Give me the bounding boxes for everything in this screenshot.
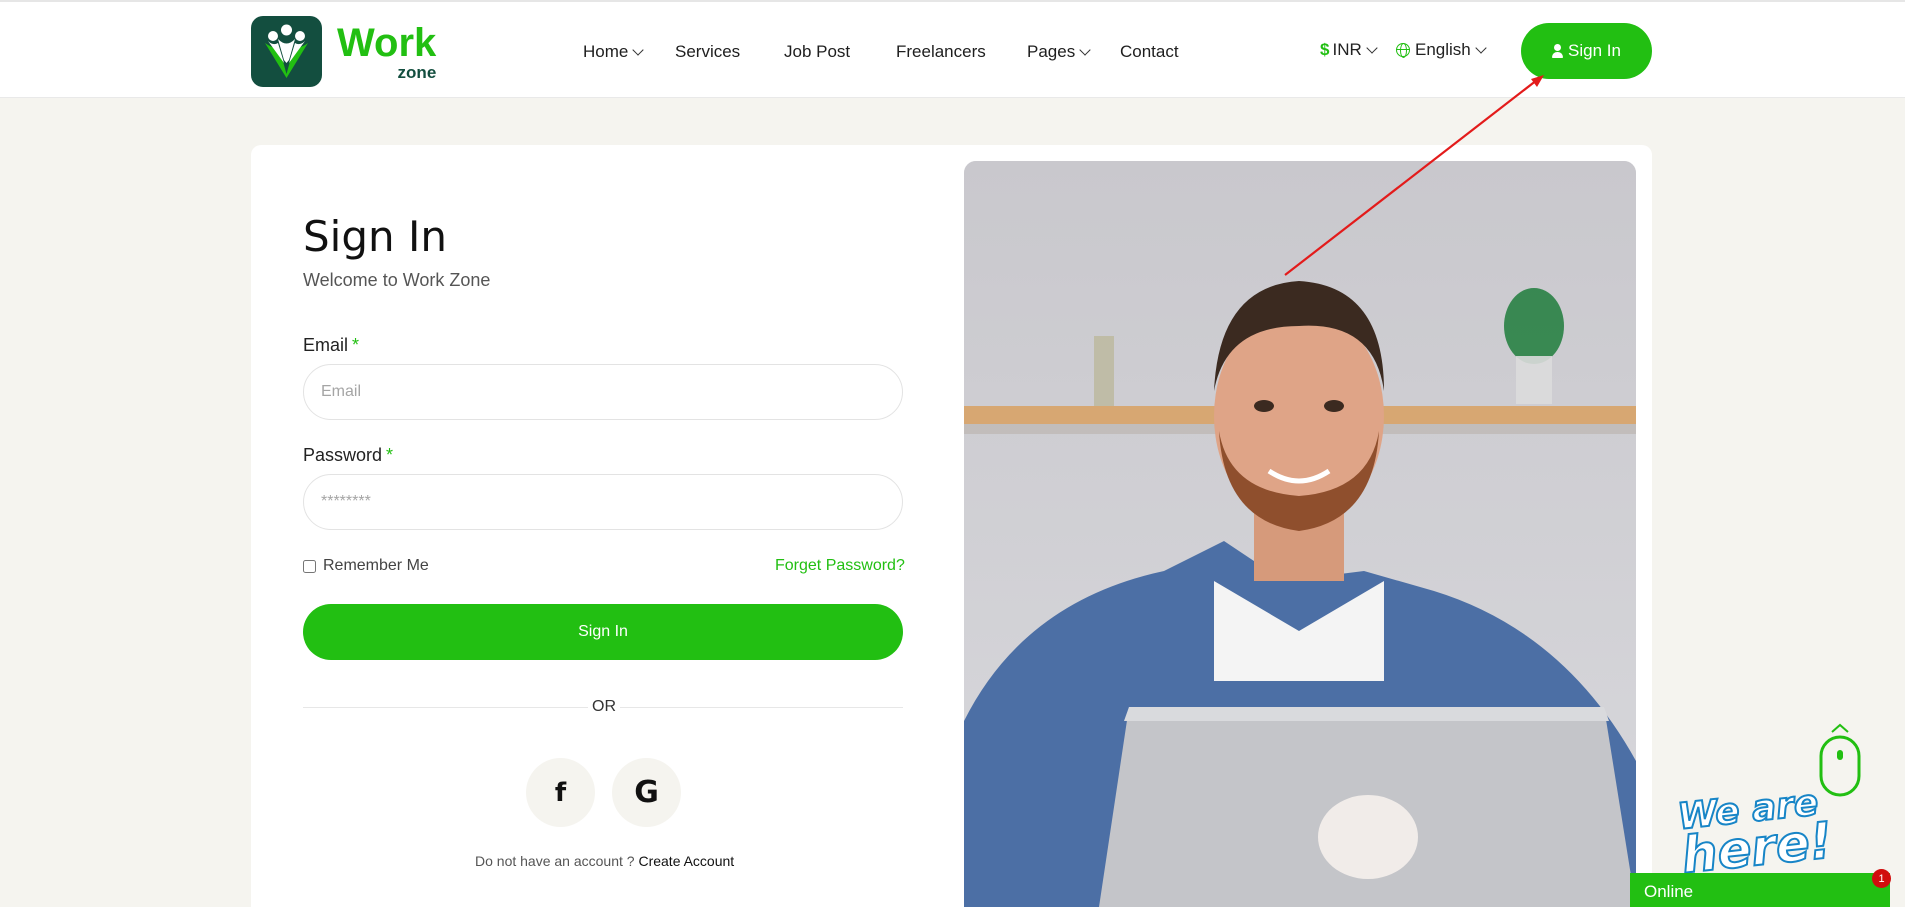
language-label: English bbox=[1415, 40, 1471, 59]
password-field[interactable] bbox=[303, 474, 903, 530]
required-mark: * bbox=[386, 445, 394, 465]
globe-icon bbox=[1396, 43, 1410, 58]
nav-item-job-post[interactable]: Job Post bbox=[784, 42, 850, 62]
required-mark: * bbox=[352, 335, 360, 355]
chat-tagline-line-2: here! bbox=[1678, 811, 1836, 886]
chat-notification-badge: 1 bbox=[1872, 869, 1891, 888]
header-signin-label: Sign In bbox=[1568, 41, 1621, 60]
language-selector[interactable]: English bbox=[1396, 40, 1487, 60]
email-label: Email * bbox=[303, 335, 359, 356]
page-subtitle: Welcome to Work Zone bbox=[303, 270, 491, 290]
create-account-prompt: Do not have an account ? Create Account bbox=[475, 853, 734, 869]
currency-label: INR bbox=[1332, 40, 1362, 59]
logo-mark-icon bbox=[251, 16, 322, 87]
nav-item-freelancers[interactable]: Freelancers bbox=[896, 42, 986, 62]
create-account-link[interactable]: Create Account bbox=[638, 853, 734, 869]
brand-name-main: Work bbox=[337, 20, 437, 65]
email-label-text: Email bbox=[303, 335, 349, 355]
forget-password-link[interactable]: Forget Password? bbox=[775, 557, 905, 575]
google-icon: G bbox=[634, 775, 659, 810]
brand-wordmark: Work zone bbox=[337, 23, 436, 81]
chevron-down-icon bbox=[1079, 43, 1091, 56]
google-login-button[interactable]: G bbox=[612, 758, 681, 827]
remember-me-label: Remember Me bbox=[323, 557, 429, 574]
brand-name-sub: zone bbox=[397, 62, 437, 82]
header-signin-button[interactable]: Sign In bbox=[1521, 23, 1652, 79]
chevron-down-icon bbox=[632, 43, 645, 56]
facebook-icon: f bbox=[554, 777, 567, 808]
hero-photo bbox=[964, 161, 1636, 907]
nav-item-contact[interactable]: Contact bbox=[1120, 42, 1179, 62]
nav-item-label: Services bbox=[675, 42, 741, 61]
chevron-down-icon bbox=[1366, 41, 1378, 54]
password-label: Password * bbox=[303, 445, 393, 466]
site-header: Work zone Home Services Job Post Freelan… bbox=[0, 0, 1905, 98]
nav-item-label: Pages bbox=[1027, 42, 1076, 61]
chevron-down-icon bbox=[1475, 41, 1487, 54]
user-icon bbox=[1552, 44, 1564, 58]
nav-item-label: Freelancers bbox=[896, 42, 986, 61]
no-account-text: Do not have an account ? bbox=[475, 853, 635, 869]
or-divider-label: OR bbox=[588, 698, 620, 716]
chat-online-bar[interactable]: Online bbox=[1630, 873, 1890, 907]
page-title: Sign In bbox=[303, 212, 447, 261]
password-label-text: Password bbox=[303, 445, 383, 465]
nav-item-label: Home bbox=[583, 42, 629, 61]
brand-logo[interactable]: Work zone bbox=[251, 16, 436, 87]
nav-item-label: Contact bbox=[1120, 42, 1179, 61]
dollar-icon: $ bbox=[1320, 40, 1330, 59]
remember-me[interactable]: Remember Me bbox=[303, 557, 429, 575]
chat-tagline[interactable]: We are here! bbox=[1675, 781, 1836, 886]
nav-item-label: Job Post bbox=[784, 42, 851, 61]
email-field[interactable] bbox=[303, 364, 903, 420]
signin-submit-button[interactable]: Sign In bbox=[303, 604, 903, 660]
chat-status-label: Online bbox=[1644, 882, 1694, 901]
facebook-login-button[interactable]: f bbox=[526, 758, 595, 827]
nav-item-services[interactable]: Services bbox=[675, 42, 740, 62]
nav-item-home[interactable]: Home bbox=[583, 42, 645, 62]
currency-selector[interactable]: $ INR bbox=[1320, 40, 1378, 60]
nav-item-pages[interactable]: Pages bbox=[1027, 42, 1091, 62]
remember-me-checkbox[interactable] bbox=[303, 559, 316, 573]
